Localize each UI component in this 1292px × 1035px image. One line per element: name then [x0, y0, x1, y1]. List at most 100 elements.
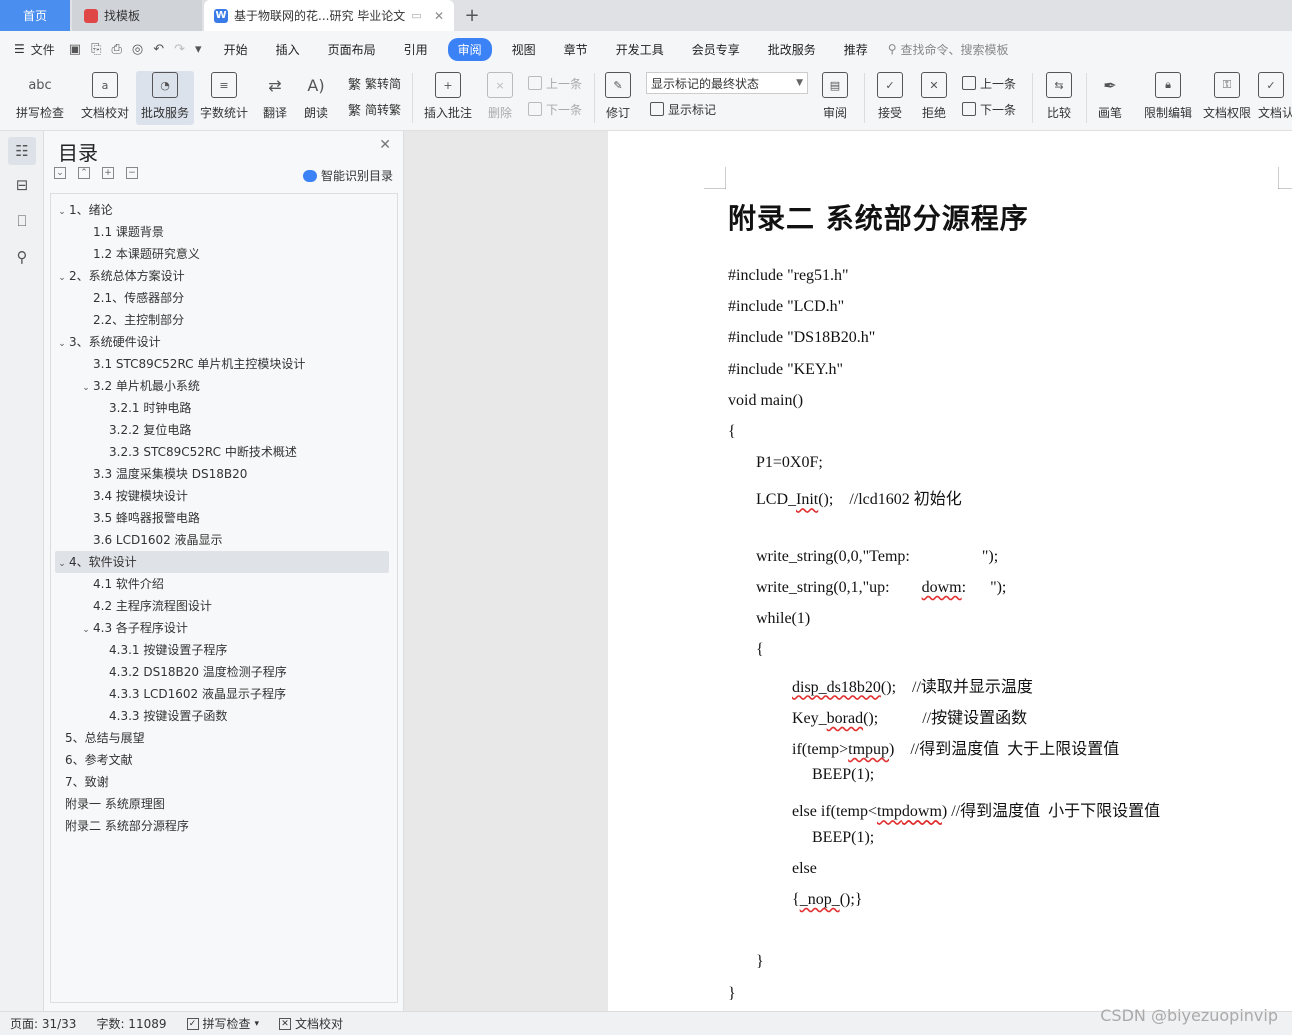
track-changes-button[interactable]: ✎ 修订	[598, 71, 638, 125]
toc-item[interactable]: ⌄ 4.3 各子程序设计	[55, 617, 389, 639]
reject-button[interactable]: ✕ 拒绝	[914, 71, 954, 125]
chevron-down-icon[interactable]: ⌄	[55, 267, 69, 289]
chevron-down-icon[interactable]: ⌄	[55, 553, 69, 575]
toc-item[interactable]: 3.3 温度采集模块 DS18B20	[55, 463, 389, 485]
spell-check-status[interactable]: ✓ 拼写检查 ▾	[186, 1015, 259, 1032]
preview-icon[interactable]: ◎	[132, 42, 143, 57]
toc-panel-icon[interactable]: ☷	[8, 137, 36, 165]
toc-item[interactable]: 2.1、传感器部分	[55, 287, 389, 309]
toc-item[interactable]: ⌄ 4、软件设计	[55, 551, 389, 573]
navigation-icon[interactable]: ⊟	[8, 171, 36, 199]
add-heading-icon[interactable]: +	[102, 167, 114, 179]
grading-service-button[interactable]: ◔ 批改服务	[136, 71, 194, 125]
insert-comment-button[interactable]: + 插入批注	[420, 71, 476, 125]
next-comment-button[interactable]: 下一条	[528, 99, 582, 119]
toc-item[interactable]: 1.1 课题背景	[55, 221, 389, 243]
toc-item[interactable]: 5、总结与展望	[55, 727, 389, 749]
document-page[interactable]: 附录二 系统部分源程序 #include "reg51.h" #include "…	[608, 131, 1292, 1011]
command-search[interactable]: ⚲ 查找命令、搜索模板	[888, 41, 1009, 58]
pen-button[interactable]: ✒ 画笔	[1092, 71, 1128, 125]
toc-item[interactable]: 4.3.2 DS18B20 温度检测子程序	[55, 661, 389, 683]
search-icon[interactable]: ⚲	[8, 243, 36, 271]
collapse-all-icon[interactable]: ⌄	[54, 167, 66, 179]
redo-icon[interactable]: ↷	[174, 42, 185, 57]
tab-template[interactable]: 找模板	[72, 0, 202, 31]
proofread-status[interactable]: ✕ 文档校对	[279, 1015, 343, 1032]
toc-item[interactable]: 4.1 软件介绍	[55, 573, 389, 595]
toc-item[interactable]: 3.2.2 复位电路	[55, 419, 389, 441]
expand-all-icon[interactable]: ⌃	[78, 167, 90, 179]
trad-to-simp-button[interactable]: 繁繁转简	[348, 73, 401, 93]
prev-change-button[interactable]: 上一条	[962, 73, 1016, 93]
menu-item[interactable]: 开发工具	[608, 38, 672, 61]
chevron-down-icon[interactable]: ⌄	[55, 201, 69, 223]
chevron-down-icon[interactable]: ⌄	[55, 333, 69, 355]
menu-item[interactable]: 章节	[556, 38, 596, 61]
monitor-icon[interactable]: ▭	[411, 9, 421, 22]
toc-item[interactable]: 3.2.3 STC89C52RC 中断技术概述	[55, 441, 389, 463]
review-pane-button[interactable]: ▤ 审阅	[814, 71, 856, 125]
menu-item[interactable]: 开始	[216, 38, 256, 61]
toc-item[interactable]: ⌄ 3.2 单片机最小系统	[55, 375, 389, 397]
doc-permission-button[interactable]: ⚿ 文档权限	[1200, 71, 1254, 125]
toc-item[interactable]: 3.6 LCD1602 液晶显示	[55, 529, 389, 551]
new-tab-button[interactable]: +	[458, 0, 486, 31]
close-icon[interactable]: ✕	[379, 137, 391, 153]
page-indicator[interactable]: 页面: 31/33	[10, 1015, 76, 1032]
toc-item[interactable]: ⌄ 3、系统硬件设计	[55, 331, 389, 353]
toc-item[interactable]: 3.1 STC89C52RC 单片机主控模块设计	[55, 353, 389, 375]
toc-item[interactable]: 7、致谢	[55, 771, 389, 793]
chevron-down-icon[interactable]: ⌄	[79, 619, 93, 641]
remove-heading-icon[interactable]: −	[126, 167, 138, 179]
toc-item[interactable]: 2.2、主控制部分	[55, 309, 389, 331]
toc-item[interactable]: 3.5 蜂鸣器报警电路	[55, 507, 389, 529]
spell-check-button[interactable]: abc 拼写检查	[8, 71, 72, 125]
undo-icon[interactable]: ↶	[153, 42, 164, 57]
compare-button[interactable]: ⇆ 比较	[1038, 71, 1080, 125]
tab-document[interactable]: W 基于物联网的花...研究 毕业论文 ▭ ✕	[204, 0, 454, 31]
chevron-down-icon[interactable]: ▾	[195, 42, 202, 57]
menu-item[interactable]: 批改服务	[760, 38, 824, 61]
doc-certify-button[interactable]: ✓ 文档认	[1258, 71, 1292, 125]
save-icon[interactable]: ▣	[69, 42, 81, 57]
chevron-down-icon[interactable]: ⌄	[79, 377, 93, 399]
toc-item[interactable]: ⌄ 1、绪论	[55, 199, 389, 221]
close-tab-icon[interactable]: ✕	[434, 9, 444, 23]
toc-item[interactable]: 4.3.3 LCD1602 液晶显示子程序	[55, 683, 389, 705]
file-menu[interactable]: ☰ 文件	[14, 41, 55, 58]
restrict-editing-button[interactable]: 🔒︎ 限制编辑	[1140, 71, 1196, 125]
menu-item[interactable]: 会员专享	[684, 38, 748, 61]
smart-toc-button[interactable]: 智能识别目录	[302, 167, 393, 184]
translate-button[interactable]: ⇄ 翻译	[254, 71, 296, 125]
prev-comment-button[interactable]: 上一条	[528, 73, 582, 93]
toc-item[interactable]: 3.2.1 时钟电路	[55, 397, 389, 419]
toc-item[interactable]: 1.2 本课题研究意义	[55, 243, 389, 265]
print-icon[interactable]: ⎙	[111, 42, 121, 57]
toc-item[interactable]: 4.2 主程序流程图设计	[55, 595, 389, 617]
simp-to-trad-button[interactable]: 繁简转繁	[348, 99, 401, 119]
menu-item[interactable]: 推荐	[836, 38, 876, 61]
menu-item[interactable]: 插入	[268, 38, 308, 61]
toc-item[interactable]: 6、参考文献	[55, 749, 389, 771]
word-count-button[interactable]: ≡ 字数统计	[196, 71, 252, 125]
menu-item[interactable]: 页面布局	[320, 38, 384, 61]
toc-item[interactable]: 3.4 按键模块设计	[55, 485, 389, 507]
menu-item[interactable]: 审阅	[447, 37, 492, 61]
markup-state-select[interactable]: 显示标记的最终状态 ▼	[646, 72, 808, 94]
menu-item[interactable]: 视图	[504, 38, 544, 61]
proofread-button[interactable]: a 文档校对	[76, 71, 134, 125]
word-count-status[interactable]: 字数: 11089	[96, 1015, 166, 1032]
toc-item[interactable]: ⌄ 2、系统总体方案设计	[55, 265, 389, 287]
accept-button[interactable]: ✓ 接受	[870, 71, 910, 125]
bookmark-icon[interactable]: ⎕	[8, 207, 36, 235]
export-icon[interactable]: ⎘	[91, 42, 101, 57]
delete-comment-button[interactable]: × 删除	[480, 71, 520, 125]
toc-item[interactable]: 4.3.1 按键设置子程序	[55, 639, 389, 661]
toc-item[interactable]: 4.3.3 按键设置子函数	[55, 705, 389, 727]
toc-item[interactable]: 附录一 系统原理图	[55, 793, 389, 815]
next-change-button[interactable]: 下一条	[962, 99, 1016, 119]
menu-item[interactable]: 引用	[396, 38, 436, 61]
toc-item[interactable]: 附录二 系统部分源程序	[55, 815, 389, 837]
tab-home[interactable]: 首页	[0, 0, 70, 31]
read-aloud-button[interactable]: A) 朗读	[298, 71, 334, 125]
